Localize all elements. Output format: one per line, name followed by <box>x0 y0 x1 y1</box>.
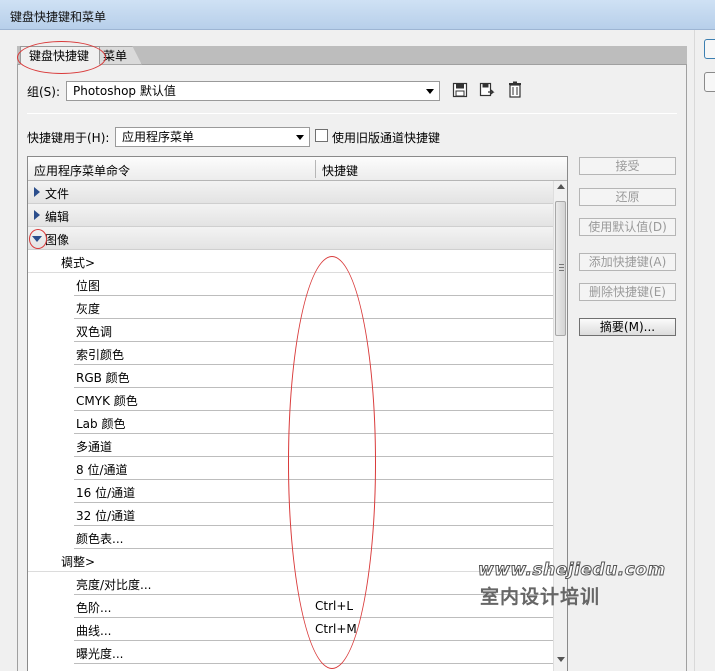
collapse-arrow-icon[interactable] <box>32 236 42 242</box>
chevron-down-icon <box>426 89 434 94</box>
right-edge <box>694 30 715 671</box>
table-row[interactable]: 色阶... Ctrl+L <box>28 595 553 618</box>
table-row[interactable]: 16 位/通道 <box>28 480 553 503</box>
table-row-mode[interactable]: 模式> <box>28 250 553 273</box>
table-row[interactable]: 8 位/通道 <box>28 457 553 480</box>
row-command: 索引颜色 <box>76 348 125 362</box>
table-row[interactable]: Lab 颜色 <box>28 411 553 434</box>
row-command: RGB 颜色 <box>76 371 130 385</box>
row-command: 32 位/通道 <box>76 509 136 523</box>
accept-button[interactable]: 接受 <box>579 157 676 175</box>
table-row[interactable]: CMYK 颜色 <box>28 388 553 411</box>
scroll-up-icon[interactable] <box>557 184 565 189</box>
row-command: 颜色表... <box>76 532 124 546</box>
row-command: 模式> <box>61 256 96 270</box>
scroll-down-icon[interactable] <box>557 657 565 662</box>
shortcuts-for-select[interactable]: 应用程序菜单 <box>115 127 310 147</box>
row-command: 多通道 <box>76 440 113 454</box>
group-select-value: Photoshop 默认值 <box>73 84 176 98</box>
summarize-button[interactable]: 摘要(M)... <box>579 318 676 336</box>
table-row[interactable]: 多通道 <box>28 434 553 457</box>
row-command: 灰度 <box>76 302 101 316</box>
undo-button[interactable]: 还原 <box>579 188 676 206</box>
watermark: www.shejiedu.com 室内设计培训 <box>478 560 666 609</box>
table-row[interactable]: 灰度 <box>28 296 553 319</box>
row-command: 8 位/通道 <box>76 463 128 477</box>
divider <box>27 113 677 114</box>
scroll-thumb[interactable] <box>555 201 566 336</box>
row-command: 双色调 <box>76 325 113 339</box>
row-command: 16 位/通道 <box>76 486 136 500</box>
table-row[interactable]: 位图 <box>28 273 553 296</box>
chevron-down-icon <box>296 135 304 140</box>
row-shortcut[interactable]: Ctrl+M <box>315 622 357 636</box>
save-as-set-icon[interactable] <box>479 82 497 100</box>
table-row[interactable]: RGB 颜色 <box>28 365 553 388</box>
shortcuts-for-label: 快捷键用于(H): <box>27 131 110 145</box>
row-command: 位图 <box>76 279 101 293</box>
row-command: 色阶... <box>76 601 112 615</box>
delete-shortcut-button[interactable]: 删除快捷键(E) <box>579 283 676 301</box>
table-row-file[interactable]: 文件 <box>28 181 553 204</box>
group-label: 组(S): <box>27 85 61 99</box>
row-command: 亮度/对比度... <box>76 578 152 592</box>
save-set-icon[interactable] <box>452 82 470 100</box>
table-row[interactable]: 曝光度... <box>28 641 553 664</box>
grip-icon <box>559 270 564 271</box>
expand-arrow-icon[interactable] <box>34 210 40 220</box>
watermark-text: 室内设计培训 <box>480 586 601 608</box>
command-column-header[interactable]: 应用程序菜单命令 <box>34 162 130 179</box>
column-separator[interactable] <box>315 160 316 178</box>
row-command: 曲线... <box>76 624 112 638</box>
table-row[interactable]: 32 位/通道 <box>28 503 553 526</box>
legacy-channel-label: 使用旧版通道快捷键 <box>332 131 441 145</box>
cancel-button[interactable] <box>704 72 715 92</box>
table-row-edit[interactable]: 编辑 <box>28 204 553 227</box>
row-command: 编辑 <box>45 210 70 224</box>
row-command: 文件 <box>45 187 70 201</box>
table-row[interactable]: 曲线... Ctrl+M <box>28 618 553 641</box>
row-command: 调整> <box>61 555 96 569</box>
grip-icon <box>559 267 564 268</box>
tab-keyboard-shortcuts[interactable]: 键盘快捷键 <box>20 46 100 65</box>
legacy-channel-checkbox[interactable] <box>315 129 328 142</box>
expand-arrow-icon[interactable] <box>34 187 40 197</box>
table-header: 应用程序菜单命令 快捷键 <box>28 157 567 181</box>
shortcut-column-header[interactable]: 快捷键 <box>322 162 358 179</box>
group-select[interactable]: Photoshop 默认值 <box>66 81 440 101</box>
table-row-adjustments[interactable]: 调整> <box>28 549 553 572</box>
table-row-image[interactable]: 图像 <box>28 227 553 250</box>
table-body: 文件 编辑 图像 模式> 位图 灰度 双色调 索引颜色 RGB 颜色 CMYK … <box>28 181 553 664</box>
add-shortcut-button[interactable]: 添加快捷键(A) <box>579 253 676 271</box>
delete-set-icon[interactable] <box>507 81 525 99</box>
table-row[interactable]: 亮度/对比度... <box>28 572 553 595</box>
row-shortcut[interactable]: Ctrl+L <box>315 599 353 613</box>
row-command: 曝光度... <box>76 647 124 661</box>
grip-icon <box>559 264 564 265</box>
shortcuts-for-value: 应用程序菜单 <box>122 130 195 144</box>
row-command: Lab 颜色 <box>76 417 126 431</box>
row-command: 图像 <box>45 233 70 247</box>
use-default-button[interactable]: 使用默认值(D) <box>579 218 676 236</box>
table-row[interactable]: 颜色表... <box>28 526 553 549</box>
title-bar: 键盘快捷键和菜单 <box>0 0 715 30</box>
row-command: CMYK 颜色 <box>76 394 138 408</box>
watermark-url: www.shejiedu.com <box>478 560 666 581</box>
ok-button[interactable] <box>704 39 715 59</box>
window-title: 键盘快捷键和菜单 <box>10 10 107 24</box>
table-row[interactable]: 索引颜色 <box>28 342 553 365</box>
table-row[interactable]: 双色调 <box>28 319 553 342</box>
